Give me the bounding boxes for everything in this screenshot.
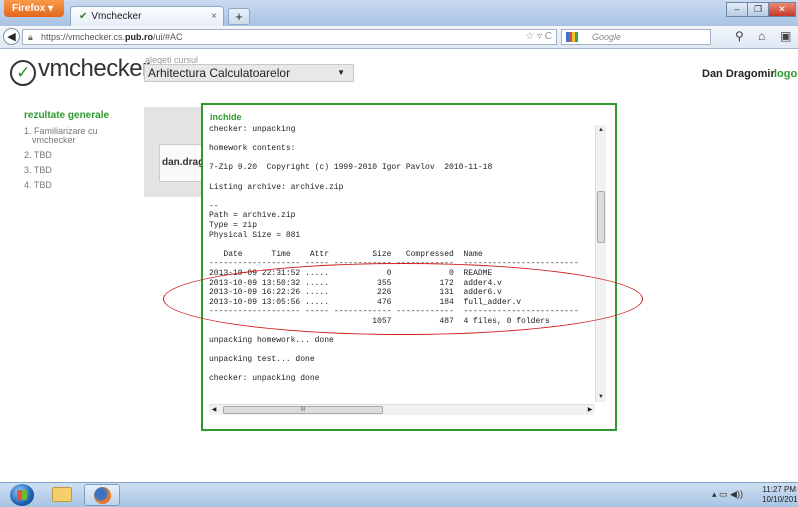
check-circle-icon: ✓ [10,60,36,86]
log-line: checker: unpacking [209,125,296,134]
scroll-right-icon[interactable]: ▶ [585,405,595,415]
firefox-menu-label: Firefox [12,3,46,14]
vertical-scrollbar[interactable]: ▲ ▼ [595,125,606,402]
url-text: https://vmchecker.cs.pub.ro/ui/#AC [41,32,183,42]
close-window-icon[interactable]: ✕ [768,2,796,17]
back-button[interactable]: ◀ [3,28,20,45]
search-placeholder: Google [592,32,622,42]
new-tab-button[interactable]: + [228,8,250,25]
windows-logo-icon [17,490,27,500]
clock[interactable]: 11:27 PM 10/10/2013 [762,485,798,505]
log-line: ------------------- ----- ------------ -… [209,307,579,317]
log-line: unpacking homework... done [209,336,334,346]
results-cell[interactable]: dan.drag [159,144,202,182]
chevron-down-icon: ▼ [337,68,345,77]
taskbar: ▴ ▭ ◀)) 11:27 PM 10/10/2013 [0,482,798,507]
system-tray[interactable]: ▴ ▭ ◀)) [712,489,743,500]
tab-vmchecker[interactable]: ✔ Vmchecker × [70,6,224,26]
log-line: unpacking test... done [209,355,315,365]
logo-text: vmchecker [38,55,150,82]
log-line: Type = zip [209,220,258,230]
google-icon [566,32,578,42]
results-modal: inchide checker: unpacking homework conte… [201,103,617,431]
tab-title: Vmchecker [91,11,142,22]
user-name: Dan Dragomir [702,68,775,80]
scroll-down-icon[interactable]: ▼ [596,392,606,402]
taskbar-firefox[interactable] [84,484,120,506]
sidebar-title[interactable]: rezultate generale [24,110,144,121]
sidebar-item-3[interactable]: 3. TBD [24,166,144,175]
log-line: 1057 487 4 files, 0 folders [209,316,550,326]
log-line: -- [209,201,219,211]
log-line: 7-Zip 9.20 Copyright (c) 1999-2010 Igor … [209,163,493,173]
log-output: checker: unpacking homework contents: 7-Zi… [209,125,609,405]
log-line: 2013-10-09 16:22:26 ..... 226 131 adder6… [209,288,502,298]
maximize-icon[interactable]: ❐ [747,2,769,17]
clock-time: 11:27 PM [762,485,796,494]
start-button[interactable] [10,484,34,506]
reload-icon[interactable]: ☆ ▿ C [525,30,552,44]
vmchecker-logo[interactable]: ✓ vmchecker [10,55,150,86]
sidebar-item-1-cont[interactable]: vmchecker [24,136,144,145]
navigation-bar: ◀ 🔒︎ https://vmchecker.cs.pub.ro/ui/#AC … [0,26,798,49]
log-line: 2013-10-09 22:31:52 ..... 0 0 README [209,268,493,278]
url-bar[interactable]: 🔒︎ https://vmchecker.cs.pub.ro/ui/#AC ☆ … [22,29,557,45]
browser-titlebar: Firefox ▾ ✔ Vmchecker × + – ❐ ✕ [0,0,798,26]
home-icon[interactable]: ⌂ [758,29,765,43]
assignment-list: 1. Familiarizare cu vmchecker 2. TBD 3. … [24,127,144,190]
search-input[interactable]: Google [561,29,711,45]
log-line: checker: unpacking done [209,374,320,384]
scroll-thumb[interactable] [597,191,605,243]
minimize-icon[interactable]: – [726,2,748,17]
horizontal-scrollbar[interactable]: ◀ III ▶ [209,404,595,415]
log-line: Date Time Attr Size Compressed Name [209,249,483,259]
firefox-icon [94,487,111,504]
log-line: 2013-10-09 13:50:32 ..... 355 172 adder4… [209,278,502,288]
bookmarks-icon[interactable]: ▣ [780,29,791,43]
tab-close-icon[interactable]: × [211,7,217,26]
hscroll-thumb[interactable]: III [223,406,383,414]
log-line: 2013-10-09 13:05:56 ..... 476 184 full_a… [209,297,522,307]
log-line: Listing archive: archive.zip [209,182,344,192]
folder-icon[interactable] [52,487,72,502]
close-modal-link[interactable]: inchide [210,112,242,122]
course-select[interactable]: Arhitectura Calculatoarelor ▼ [144,64,354,82]
log-line: ------------------- ----- ------------ -… [209,259,579,269]
log-line: Physical Size = 881 [209,230,301,240]
course-selected: Arhitectura Calculatoarelor [148,66,291,80]
magnifier-icon[interactable]: ⚲ [735,29,744,43]
lock-icon: 🔒︎ [28,32,33,42]
sidebar-item-4[interactable]: 4. TBD [24,181,144,190]
scroll-up-icon[interactable]: ▲ [596,125,606,135]
log-line: homework contents: [209,144,296,154]
sidebar-item-2[interactable]: 2. TBD [24,151,144,160]
scroll-left-icon[interactable]: ◀ [209,405,219,415]
sidebar: rezultate generale 1. Familiarizare cu v… [24,110,144,196]
logout-link[interactable]: logou [774,68,798,80]
arrow-left-icon: ◀ [7,31,16,43]
clock-date: 10/10/2013 [762,495,798,504]
firefox-menu-button[interactable]: Firefox ▾ [4,0,64,17]
log-line: Path = archive.zip [209,211,296,221]
check-circle-icon: ✔ [79,11,88,22]
